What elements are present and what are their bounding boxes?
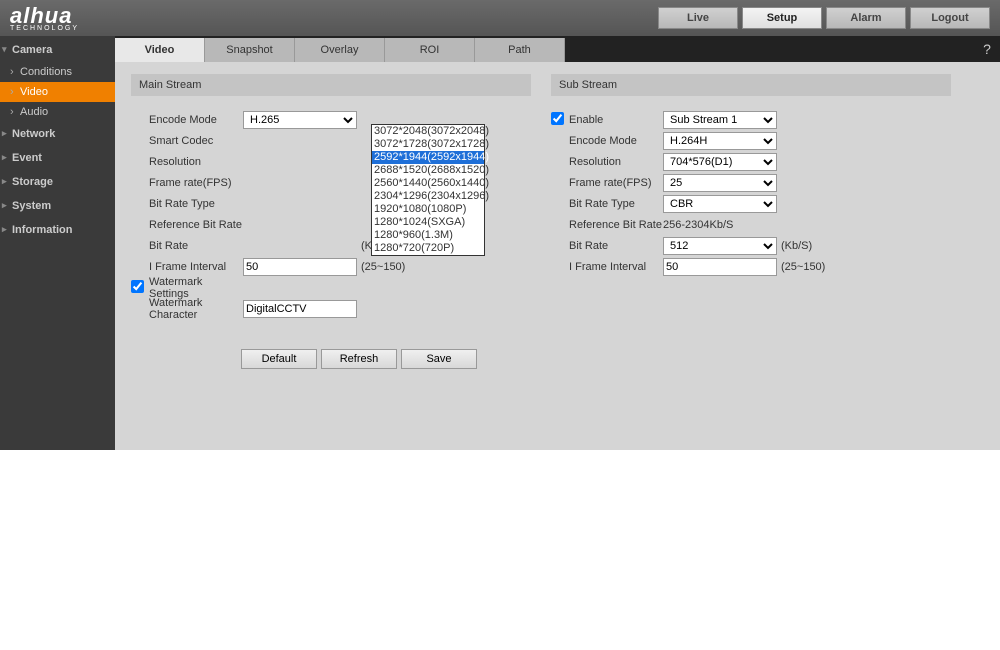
tab-overlay[interactable]: Overlay: [295, 38, 385, 62]
top-nav: Live Setup Alarm Logout: [658, 7, 990, 29]
brand-logo: alhua TECHNOLOGY: [10, 5, 79, 32]
sidebar-network[interactable]: Network: [0, 122, 115, 146]
sub-res-select[interactable]: 704*576(D1): [663, 153, 777, 171]
sub-iframe-input[interactable]: [663, 258, 777, 276]
res-opt[interactable]: 1280*960(1.3M): [372, 229, 484, 242]
sub-brt-label: Bit Rate Type: [569, 198, 663, 210]
sub-stream-panel: Sub Stream Enable Sub Stream 1 Encode Mo…: [551, 74, 951, 369]
ref-bitrate-label: Reference Bit Rate: [149, 219, 243, 231]
iframe-label: I Frame Interval: [149, 261, 243, 273]
sidebar-item-audio[interactable]: Audio: [0, 102, 115, 122]
res-opt[interactable]: 2592*1944(2592x1944): [372, 151, 484, 164]
bitrate-label: Bit Rate: [149, 240, 243, 252]
res-opt[interactable]: 1280*720(720P): [372, 242, 484, 255]
sub-br-unit: (Kb/S): [781, 240, 812, 252]
sub-stream-title: Sub Stream: [551, 74, 951, 96]
sub-fps-label: Frame rate(FPS): [569, 177, 663, 189]
tab-snapshot[interactable]: Snapshot: [205, 38, 295, 62]
watermark-char-label: Watermark Character: [149, 297, 243, 321]
brand-name: alhua: [10, 5, 79, 27]
sub-enable-label: Enable: [569, 114, 663, 126]
res-opt[interactable]: 1280*1024(SXGA): [372, 216, 484, 229]
nav-logout[interactable]: Logout: [910, 7, 990, 29]
resolution-dropdown-list[interactable]: 3072*2048(3072x2048) 3072*1728(3072x1728…: [371, 124, 485, 256]
sub-refbr-label: Reference Bit Rate: [569, 219, 663, 231]
res-opt[interactable]: 3072*2048(3072x2048): [372, 125, 484, 138]
sidebar-item-conditions[interactable]: Conditions: [0, 62, 115, 82]
sub-encode-select[interactable]: H.264H: [663, 132, 777, 150]
sub-br-select[interactable]: 512: [663, 237, 777, 255]
main-iframe-input[interactable]: [243, 258, 357, 276]
nav-alarm[interactable]: Alarm: [826, 7, 906, 29]
resolution-label: Resolution: [149, 156, 243, 168]
sidebar-information[interactable]: Information: [0, 218, 115, 242]
sidebar: Camera Conditions Video Audio Network Ev…: [0, 36, 115, 450]
save-button[interactable]: Save: [401, 349, 477, 369]
sub-encode-label: Encode Mode: [569, 135, 663, 147]
sub-brt-select[interactable]: CBR: [663, 195, 777, 213]
sidebar-storage[interactable]: Storage: [0, 170, 115, 194]
sidebar-event[interactable]: Event: [0, 146, 115, 170]
nav-live[interactable]: Live: [658, 7, 738, 29]
watermark-checkbox[interactable]: [131, 280, 144, 293]
main-encode-mode-select[interactable]: H.265: [243, 111, 357, 129]
res-opt[interactable]: 2304*1296(2304x1296): [372, 190, 484, 203]
sub-enable-select[interactable]: Sub Stream 1: [663, 111, 777, 129]
sub-br-label: Bit Rate: [569, 240, 663, 252]
topbar: alhua TECHNOLOGY Live Setup Alarm Logout: [0, 0, 1000, 36]
brand-subtitle: TECHNOLOGY: [10, 25, 79, 32]
sidebar-camera[interactable]: Camera: [0, 38, 115, 62]
sub-iframe-hint: (25~150): [781, 261, 825, 273]
iframe-hint: (25~150): [361, 261, 405, 273]
fps-label: Frame rate(FPS): [149, 177, 243, 189]
main-stream-title: Main Stream: [131, 74, 531, 96]
res-opt[interactable]: 1920*1080(1080P): [372, 203, 484, 216]
help-icon[interactable]: ?: [974, 36, 1000, 62]
bitrate-type-label: Bit Rate Type: [149, 198, 243, 210]
tab-video[interactable]: Video: [115, 38, 205, 62]
tab-path[interactable]: Path: [475, 38, 565, 62]
default-button[interactable]: Default: [241, 349, 317, 369]
action-buttons: Default Refresh Save: [241, 349, 531, 369]
smart-codec-label: Smart Codec: [149, 135, 243, 147]
tab-bar: Video Snapshot Overlay ROI Path ?: [115, 36, 1000, 62]
sidebar-system[interactable]: System: [0, 194, 115, 218]
sub-enable-checkbox[interactable]: [551, 112, 564, 125]
nav-setup[interactable]: Setup: [742, 7, 822, 29]
sub-refbr-value: 256-2304Kb/S: [663, 219, 733, 231]
sub-res-label: Resolution: [569, 156, 663, 168]
watermark-char-input[interactable]: [243, 300, 357, 318]
refresh-button[interactable]: Refresh: [321, 349, 397, 369]
sub-fps-select[interactable]: 25: [663, 174, 777, 192]
res-opt[interactable]: 3072*1728(3072x1728): [372, 138, 484, 151]
sub-iframe-label: I Frame Interval: [569, 261, 663, 273]
encode-mode-label: Encode Mode: [149, 114, 243, 126]
res-opt[interactable]: 2688*1520(2688x1520): [372, 164, 484, 177]
sidebar-item-video[interactable]: Video: [0, 82, 115, 102]
res-opt[interactable]: 2560*1440(2560x1440): [372, 177, 484, 190]
tab-roi[interactable]: ROI: [385, 38, 475, 62]
content-area: Video Snapshot Overlay ROI Path ? Main S…: [115, 36, 1000, 450]
